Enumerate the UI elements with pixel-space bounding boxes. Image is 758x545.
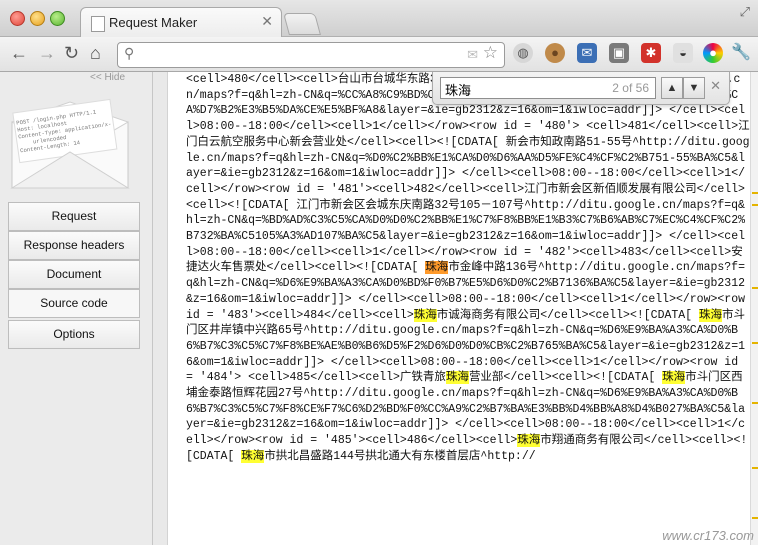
- color-picker-extension-icon[interactable]: ●: [703, 43, 723, 63]
- find-marker: [752, 342, 758, 344]
- sidebar: << Hide POST /login.php HTTP/1.1 Host: l…: [0, 72, 153, 545]
- zoom-window-button[interactable]: [50, 11, 65, 26]
- search-match: 珠海: [445, 371, 469, 385]
- tab-strip: Request Maker ✕ ⤢: [0, 0, 758, 37]
- home-icon[interactable]: ⌂: [90, 42, 101, 64]
- source-fragment: 营业部</cell><cell><![CDATA[: [468, 371, 663, 385]
- find-marker: [752, 287, 758, 289]
- new-tab-button[interactable]: [283, 13, 321, 35]
- reload-icon[interactable]: ↻: [64, 42, 79, 64]
- current-search-match: 珠海: [425, 261, 449, 275]
- tab-close-icon[interactable]: ✕: [261, 13, 273, 30]
- search-match: 珠海: [241, 449, 265, 463]
- nav-document[interactable]: Document: [8, 260, 140, 289]
- address-bar[interactable]: ⚲ ✉ ☆: [117, 42, 505, 68]
- forward-arrow-icon[interactable]: →: [38, 42, 56, 64]
- page-action-icon[interactable]: ✉: [467, 47, 478, 63]
- page-icon: [91, 16, 105, 32]
- nav-source-code[interactable]: Source code: [8, 289, 140, 318]
- find-marker: [752, 517, 758, 519]
- tab-title: Request Maker: [109, 15, 198, 30]
- mask-extension-icon[interactable]: ◒: [673, 43, 693, 63]
- find-next-button[interactable]: ▼: [683, 77, 705, 99]
- find-bar: 珠海 2 of 56 ▲ ▼ ✕: [432, 72, 730, 105]
- envelope-logo-icon: POST /login.php HTTP/1.1 Host: localhost…: [10, 98, 130, 189]
- tab-request-maker[interactable]: Request Maker ✕: [80, 7, 282, 37]
- watermark: www.cr173.com: [662, 528, 754, 543]
- find-marker: [752, 402, 758, 404]
- nav-options[interactable]: Options: [8, 320, 140, 349]
- globe-extension-icon[interactable]: ◍: [513, 43, 533, 63]
- red-star-extension-icon[interactable]: ✱: [641, 43, 661, 63]
- source-text: <cell>480</cell><cell>台山市台城华东路35号台城桥湖路43…: [168, 72, 750, 465]
- mail-extension-icon[interactable]: ✉: [577, 43, 597, 63]
- source-fragment: 市拱北昌盛路144号拱北通大有东楼首层店^http://: [264, 449, 536, 463]
- search-match: 珠海: [517, 434, 541, 448]
- find-marker: [752, 192, 758, 194]
- search-match: 珠海: [698, 308, 722, 322]
- find-close-icon[interactable]: ✕: [710, 78, 721, 94]
- find-marker: [752, 204, 758, 206]
- search-icon: ⚲: [124, 45, 135, 61]
- hide-sidebar-link[interactable]: << Hide: [90, 72, 125, 83]
- vertical-scrollbar[interactable]: [750, 72, 758, 545]
- minimize-window-button[interactable]: [30, 11, 45, 26]
- back-arrow-icon[interactable]: ←: [10, 42, 28, 64]
- source-fragment: 市诚海商务有限公司</cell><cell><![CDATA[: [436, 308, 699, 322]
- find-query: 珠海: [445, 83, 472, 98]
- nav-response-headers[interactable]: Response headers: [8, 231, 140, 260]
- fullscreen-icon[interactable]: ⤢: [740, 4, 750, 20]
- find-marker: [752, 467, 758, 469]
- search-match: 珠海: [662, 371, 686, 385]
- request-maker-extension-icon[interactable]: ▣: [609, 43, 629, 63]
- find-input[interactable]: 珠海 2 of 56: [440, 77, 656, 99]
- wrench-icon[interactable]: 🔧: [731, 43, 751, 63]
- close-window-button[interactable]: [10, 11, 25, 26]
- bookmark-star-icon[interactable]: ☆: [483, 43, 498, 63]
- browser-toolbar: ← → ↻ ⌂ ⚲ ✉ ☆ ◍ ● ✉ ▣ ✱ ◒ ● 🔧: [0, 37, 758, 72]
- find-previous-button[interactable]: ▲: [661, 77, 683, 99]
- source-code-view: <cell>480</cell><cell>台山市台城华东路35号台城桥湖路43…: [168, 72, 750, 545]
- nav-request[interactable]: Request: [8, 202, 140, 231]
- splitter[interactable]: [153, 72, 168, 545]
- cookie-extension-icon[interactable]: ●: [545, 43, 565, 63]
- search-match: 珠海: [413, 308, 437, 322]
- find-match-count: 2 of 56: [612, 81, 649, 95]
